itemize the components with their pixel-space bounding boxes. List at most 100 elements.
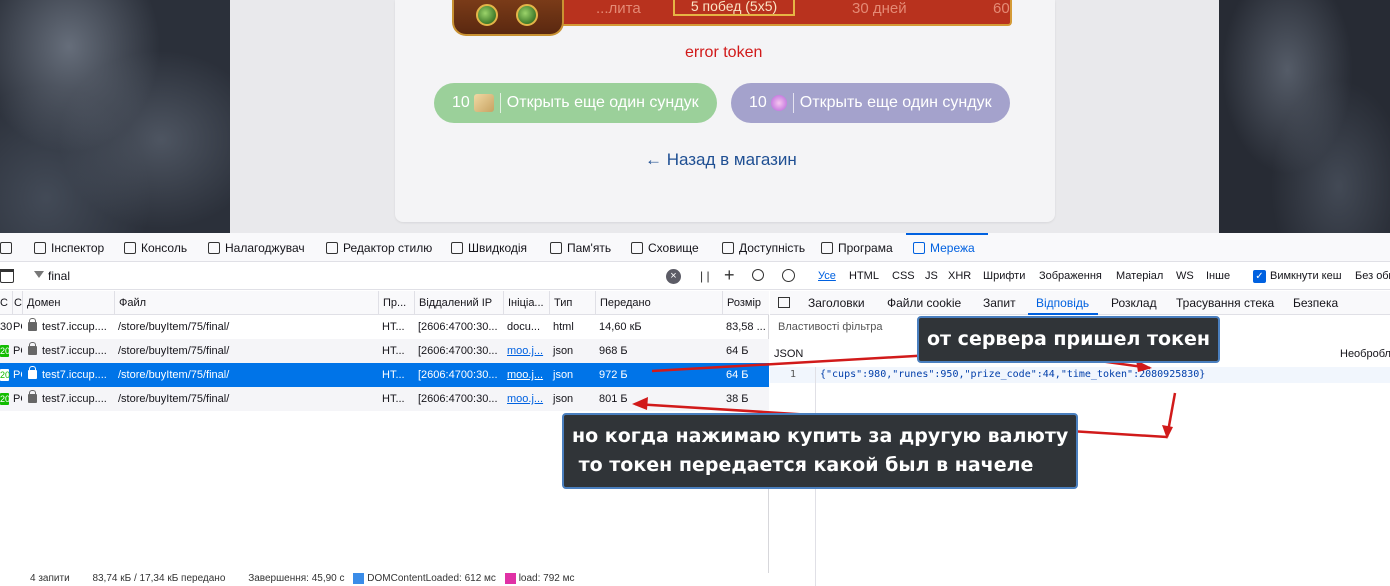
storage-icon (631, 241, 643, 254)
throttling-select[interactable]: Без обм (1355, 270, 1390, 282)
open-chest-runes-button[interactable]: 10 Открыть еще один сундук (731, 83, 1010, 123)
filter-icon (34, 271, 44, 278)
requests-count: 4 запити (30, 573, 70, 585)
tab-inspector[interactable]: Інспектор (34, 233, 104, 262)
banner-text-left: ...лита (596, 0, 641, 17)
type-filter-media[interactable]: Матеріал (1116, 270, 1163, 282)
back-to-shop-link[interactable]: ← Назад в магазин (645, 150, 797, 170)
tab-style-editor[interactable]: Редактор стилю (326, 233, 432, 262)
request-table-header: С С Домен Файл Пр... Віддалений IP Ініці… (0, 291, 769, 315)
tab-cookies[interactable]: Файли cookie (887, 291, 961, 315)
tab-debugger[interactable]: Налагоджувач (208, 233, 305, 262)
transferred: 801 Б (599, 393, 628, 405)
finish-time: Завершення: 45,90 с (248, 573, 345, 585)
table-row-selected[interactable]: 20 PO test7.iccup.... /store/buyItem/75/… (0, 363, 769, 387)
type-filter-xhr[interactable]: XHR (948, 270, 971, 282)
col-status[interactable]: С (0, 291, 12, 315)
type-filter-html[interactable]: HTML (849, 270, 879, 282)
col-file[interactable]: Файл (114, 291, 378, 315)
transferred: 972 Б (599, 369, 628, 381)
col-domain[interactable]: Домен (22, 291, 114, 315)
remote-ip: [2606:4700:30... (418, 369, 498, 381)
pick-element-icon (0, 241, 12, 254)
initiator-link[interactable]: moo.j... (503, 339, 549, 363)
url-filter-input[interactable]: final (48, 269, 70, 283)
remote-ip: [2606:4700:30... (418, 345, 498, 357)
table-row[interactable]: 20 PO test7.iccup.... /store/buyItem/75/… (0, 339, 769, 363)
button-divider (792, 93, 794, 113)
type-filter-js[interactable]: JS (925, 270, 938, 282)
response-json[interactable]: {"cups":980,"runes":950,"prize_code":44,… (820, 369, 1205, 380)
tab-stack-trace[interactable]: Трасування стека (1176, 291, 1274, 315)
type-filter-fonts[interactable]: Шрифти (983, 270, 1025, 282)
method: PO (13, 393, 22, 405)
tab-label: Програма (838, 240, 893, 255)
tab-timings[interactable]: Розклад (1111, 291, 1157, 315)
tab-application[interactable]: Програма (821, 233, 893, 262)
tab-label: Інспектор (51, 240, 105, 255)
active-tab-indicator (1028, 313, 1098, 315)
lock-icon (28, 366, 37, 379)
tab-response[interactable]: Відповідь (1036, 291, 1089, 315)
annotation-callout-top: от сервера пришел токен (917, 316, 1220, 363)
console-icon (124, 241, 136, 254)
table-row[interactable]: 20 PO test7.iccup.... /store/buyItem/75/… (0, 387, 769, 411)
domain: test7.iccup.... (42, 321, 107, 333)
toggle-sidebar-icon[interactable] (778, 297, 790, 308)
type-filter-images[interactable]: Зображення (1039, 270, 1102, 282)
col-protocol[interactable]: Пр... (378, 291, 414, 315)
tab-memory[interactable]: Пам'ять (550, 233, 611, 262)
type-filter-all[interactable]: Усе (818, 270, 836, 282)
domain: test7.iccup.... (42, 393, 107, 405)
tab-security[interactable]: Безпека (1293, 291, 1338, 315)
transferred-total: 83,74 кБ / 17,34 кБ передано (92, 573, 226, 585)
disable-cache-checkbox[interactable]: ✓ (1253, 270, 1266, 283)
tab-accessibility[interactable]: Доступність (722, 233, 805, 262)
col-transferred[interactable]: Передано (595, 291, 722, 315)
open-chest-cups-button[interactable]: 10 Открыть еще один сундук (434, 83, 717, 123)
initiator-link[interactable]: moo.j... (503, 363, 549, 387)
protocol: HT... (382, 393, 405, 405)
tab-storage[interactable]: Сховище (631, 233, 699, 262)
tab-label: Швидкодія (468, 240, 528, 255)
filter-properties-input[interactable]: Властивості фільтра (778, 321, 883, 333)
tab-network[interactable]: Мережа (913, 233, 975, 262)
search-icon[interactable] (752, 269, 764, 281)
col-remote-ip[interactable]: Віддалений IP (414, 291, 503, 315)
initiator-link[interactable]: moo.j... (503, 387, 549, 411)
status-code: 20 (0, 370, 11, 380)
tab-request[interactable]: Запит (983, 291, 1016, 315)
pause-icon[interactable]: | | (700, 269, 710, 283)
debugger-icon (208, 241, 220, 254)
devtools-tabbar: Інспектор Консоль Налагоджувач Редактор … (0, 233, 1390, 262)
col-size[interactable]: Розмір (722, 291, 769, 315)
tab-headers[interactable]: Заголовки (808, 291, 865, 315)
network-icon (913, 241, 925, 254)
size: 83,58 ... (726, 321, 766, 333)
col-method[interactable]: С (12, 291, 22, 315)
col-type[interactable]: Тип (549, 291, 595, 315)
error-message: error token (685, 44, 763, 61)
tab-console[interactable]: Консоль (124, 233, 187, 262)
disable-cache-label: Вимкнути кеш (1270, 270, 1342, 282)
type-filter-other[interactable]: Інше (1206, 270, 1230, 282)
size: 38 Б (726, 393, 749, 405)
add-filter-icon[interactable]: + (724, 265, 735, 286)
raw-toggle[interactable]: Необробл (1340, 348, 1390, 360)
size: 64 Б (726, 369, 749, 381)
block-requests-icon[interactable] (782, 269, 795, 282)
pick-element-icon[interactable] (0, 233, 17, 262)
details-tabbar: Заголовки Файли cookie Запит Відповідь Р… (770, 291, 1390, 315)
tab-label: Редактор стилю (343, 240, 433, 255)
clear-requests-icon[interactable] (0, 269, 14, 283)
type-filter-ws[interactable]: WS (1176, 270, 1194, 282)
remote-ip: [2606:4700:30... (418, 393, 498, 405)
col-initiator[interactable]: Ініціа... (503, 291, 549, 315)
button-label: Открыть еще один сундук (506, 94, 699, 111)
type-filter-css[interactable]: CSS (892, 270, 915, 282)
clear-filter-icon[interactable]: × (666, 269, 681, 284)
table-row[interactable]: 30 PO test7.iccup.... /store/buyItem/75/… (0, 315, 769, 339)
tab-performance[interactable]: Швидкодія (451, 233, 527, 262)
annotation-callout-bottom: но когда нажимаю купить за другую валюту… (562, 413, 1079, 489)
remote-ip: [2606:4700:30... (418, 321, 498, 333)
